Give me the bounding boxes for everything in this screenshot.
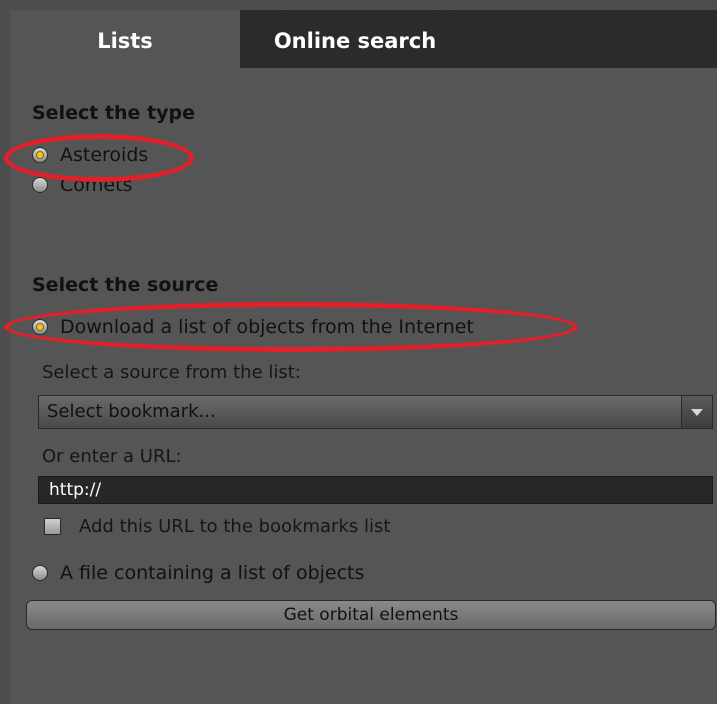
comets-radio-row[interactable]: Comets bbox=[32, 174, 132, 196]
comets-label: Comets bbox=[60, 174, 133, 196]
source-list-label: Select a source from the list: bbox=[42, 362, 301, 383]
asteroids-radio[interactable] bbox=[32, 147, 48, 163]
file-label: A file containing a list of objects bbox=[60, 562, 365, 584]
tab-bar: Lists Online search bbox=[10, 10, 717, 68]
url-label: Or enter a URL: bbox=[42, 446, 182, 467]
download-label: Download a list of objects from the Inte… bbox=[60, 316, 474, 338]
tab-lists[interactable]: Lists bbox=[10, 10, 240, 68]
asteroids-radio-row[interactable]: Asteroids bbox=[32, 144, 148, 166]
download-radio[interactable] bbox=[32, 319, 48, 335]
bookmark-select-value: Select bookmark... bbox=[47, 401, 216, 422]
select-type-heading: Select the type bbox=[32, 102, 195, 124]
comets-radio[interactable] bbox=[32, 177, 48, 193]
url-input[interactable] bbox=[38, 476, 713, 504]
chevron-down-icon[interactable] bbox=[681, 396, 712, 428]
tab-online-search[interactable]: Online search bbox=[240, 10, 470, 68]
lists-panel: Select the type Asteroids Comets Select … bbox=[10, 68, 717, 704]
file-radio-row[interactable]: A file containing a list of objects bbox=[32, 562, 364, 584]
dialog-frame: Solar System objects nfiguration file So… bbox=[0, 0, 717, 704]
bookmark-checkbox-row[interactable]: Add this URL to the bookmarks list bbox=[44, 516, 390, 537]
get-orbital-elements-button[interactable]: Get orbital elements bbox=[26, 600, 716, 630]
select-source-heading: Select the source bbox=[32, 274, 219, 296]
download-radio-row[interactable]: Download a list of objects from the Inte… bbox=[32, 316, 474, 338]
asteroids-label: Asteroids bbox=[60, 144, 149, 166]
bookmark-checkbox[interactable] bbox=[44, 518, 61, 535]
file-radio[interactable] bbox=[32, 565, 48, 581]
bookmark-select[interactable]: Select bookmark... bbox=[38, 395, 713, 429]
bookmark-checkbox-label: Add this URL to the bookmarks list bbox=[79, 516, 391, 537]
